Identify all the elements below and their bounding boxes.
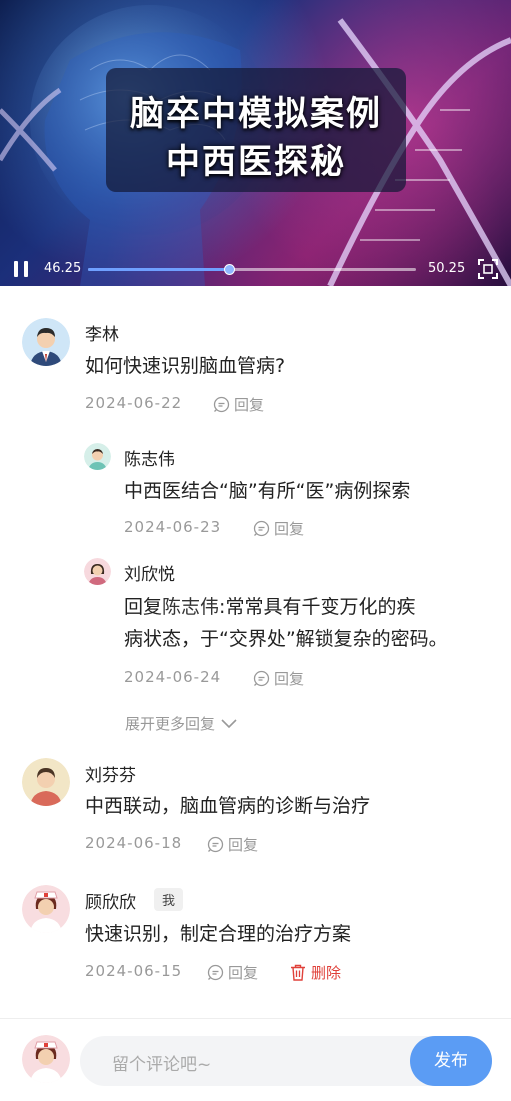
video-player[interactable]: 脑卒中模拟案例 中西医探秘 46.25 50.25 — [0, 0, 511, 286]
expand-more-replies[interactable]: 展开更多回复 — [125, 713, 237, 734]
total-time: 50.25 — [428, 261, 466, 276]
chevron-down-icon — [221, 718, 237, 728]
comment-composer: 留个评论吧~ 发布 — [0, 1018, 511, 1101]
reply-text-line-2: 病状态，于“交界处”解锁复杂的密码。 — [124, 628, 448, 650]
reply-icon — [253, 520, 270, 537]
comment-author: 李林 — [85, 325, 119, 345]
reply-button[interactable]: 回复 — [253, 668, 304, 689]
comment-text: 中西联动，脑血管病的诊断与治疗 — [85, 795, 371, 817]
reply-label: 回复 — [274, 520, 305, 538]
reply-icon — [207, 836, 224, 853]
me-badge: 我 — [154, 888, 184, 911]
comment-date: 2024-06-22 — [85, 394, 183, 412]
progress-fill — [88, 268, 230, 271]
reply-date: 2024-06-23 — [124, 518, 222, 536]
reply-date: 2024-06-24 — [124, 668, 222, 686]
reply-button[interactable]: 回复 — [253, 518, 304, 539]
comment-author: 刘芬芬 — [85, 766, 136, 786]
avatar — [22, 1035, 70, 1083]
avatar — [84, 558, 111, 585]
reply-label: 回复 — [228, 964, 259, 982]
progress-bar[interactable] — [88, 264, 416, 275]
avatar — [84, 443, 111, 470]
avatar — [22, 885, 70, 933]
reply-button[interactable]: 回复 — [207, 962, 258, 983]
comment-date: 2024-06-15 — [85, 962, 183, 980]
reply-prefix: 回复 — [124, 596, 163, 618]
fullscreen-icon[interactable] — [478, 259, 498, 279]
comment-text: 如何快速识别脑血管病? — [85, 355, 286, 377]
avatar — [22, 318, 70, 366]
pause-icon[interactable] — [12, 261, 32, 277]
reply-button[interactable]: 回复 — [207, 834, 258, 855]
reply-label: 回复 — [228, 836, 259, 854]
trash-icon — [291, 964, 305, 981]
reply-icon — [213, 396, 230, 413]
current-time: 46.25 — [44, 261, 82, 276]
publish-button[interactable]: 发布 — [410, 1036, 492, 1086]
reply-label: 回复 — [274, 670, 305, 688]
reply-icon — [253, 670, 270, 687]
video-controls: 46.25 50.25 — [0, 252, 511, 286]
reply-icon — [207, 964, 224, 981]
video-title-line-2: 中西医探秘 — [166, 142, 346, 182]
delete-button[interactable]: 删除 — [290, 962, 341, 983]
video-title-line-1: 脑卒中模拟案例 — [130, 94, 382, 134]
reply-text: 回复陈志伟:常常具有千变万化的疾 病状态，于“交界处”解锁复杂的密码。 — [124, 591, 504, 655]
reply-text-line-1: 常常具有千变万化的疾 — [225, 596, 416, 618]
reply-button[interactable]: 回复 — [213, 394, 264, 415]
avatar — [22, 758, 70, 806]
comment-date: 2024-06-18 — [85, 834, 183, 852]
reply-label: 回复 — [234, 396, 265, 414]
reply-author: 陈志伟 — [124, 450, 175, 470]
comment-author: 顾欣欣 — [85, 893, 136, 913]
reply-mention[interactable]: 陈志伟 — [162, 596, 219, 618]
comment-input-placeholder: 留个评论吧~ — [112, 1055, 212, 1075]
reply-text: 中西医结合“脑”有所“医”病例探索 — [124, 480, 411, 502]
reply-author: 刘欣悦 — [124, 565, 175, 585]
progress-handle[interactable] — [224, 264, 236, 275]
delete-label: 删除 — [311, 964, 342, 982]
comment-text: 快速识别，制定合理的治疗方案 — [85, 923, 352, 945]
expand-more-label: 展开更多回复 — [125, 715, 216, 733]
